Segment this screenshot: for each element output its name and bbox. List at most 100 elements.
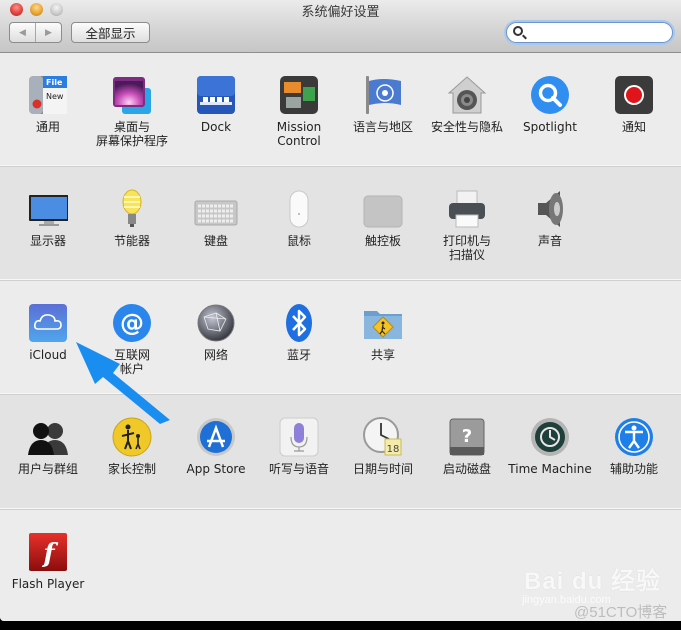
pane-displays[interactable]: 显示器: [6, 189, 90, 248]
icloud-icon: [28, 303, 68, 343]
system-preferences-window: 系统偏好设置 ◀ ▶ 全部显示 File New 通用 桌面与 屏幕保护程序 D…: [0, 0, 681, 621]
accessibility-icon: [614, 417, 654, 457]
pane-printers-scanners[interactable]: 打印机与 扫描仪: [425, 189, 509, 262]
pane-label: Time Machine: [508, 462, 592, 476]
pane-flash-player[interactable]: f Flash Player: [6, 532, 90, 591]
microphone-icon: [279, 417, 319, 457]
toolbar: 系统偏好设置 ◀ ▶ 全部显示: [0, 0, 681, 53]
mission-control-icon: [279, 75, 319, 115]
show-all-button[interactable]: 全部显示: [71, 22, 150, 43]
parental-controls-icon: [112, 417, 152, 457]
pane-internet-accounts[interactable]: @ 互联网 帐户: [90, 303, 174, 376]
pane-icloud[interactable]: iCloud: [6, 303, 90, 362]
pane-desktop-screensaver[interactable]: 桌面与 屏幕保护程序: [90, 75, 174, 148]
search-field[interactable]: [506, 22, 673, 43]
pane-label: 听写与语音: [268, 462, 329, 476]
keyboard-icon: [194, 189, 238, 229]
back-button[interactable]: ◀: [10, 23, 36, 42]
pane-label: Flash Player: [11, 577, 85, 591]
lightbulb-icon: [112, 189, 152, 229]
pane-security-privacy[interactable]: 安全性与隐私: [425, 75, 509, 134]
pane-label: 声音: [537, 234, 562, 248]
section-personal: File New 通用 桌面与 屏幕保护程序 Dock Mission Contr…: [0, 53, 681, 167]
pane-app-store[interactable]: App Store: [174, 417, 258, 476]
pane-label: iCloud: [29, 348, 67, 362]
pane-notifications[interactable]: 通知: [592, 75, 676, 134]
svg-text:?: ?: [462, 426, 472, 447]
startup-disk-icon: ?: [447, 417, 487, 457]
network-globe-icon: [196, 303, 236, 343]
pane-mission-control[interactable]: Mission Control: [257, 75, 341, 148]
pane-label: Spotlight: [523, 120, 577, 134]
section-system: 用户与群组 家长控制 App Store 听写与语音 18 日期与时间 ? 启动…: [0, 395, 681, 510]
pane-dictation-speech[interactable]: 听写与语音: [257, 417, 341, 476]
pane-bluetooth[interactable]: 蓝牙: [257, 303, 341, 362]
window-title: 系统偏好设置: [301, 5, 380, 20]
svg-text:18: 18: [387, 444, 400, 455]
pane-label: 用户与群组: [17, 462, 78, 476]
pane-dock[interactable]: Dock: [174, 75, 258, 134]
svg-text:New: New: [46, 92, 64, 101]
svg-text:File: File: [46, 78, 63, 87]
pane-label: 节能器: [113, 234, 150, 248]
pane-label: 辅助功能: [609, 462, 658, 476]
bluetooth-icon: [279, 303, 319, 343]
pane-spotlight[interactable]: Spotlight: [508, 75, 592, 134]
pane-sharing[interactable]: 共享: [341, 303, 425, 362]
pane-label: Mission Control: [276, 120, 322, 148]
pane-label: 打印机与 扫描仪: [442, 234, 491, 262]
pane-language-region[interactable]: 语言与地区: [341, 75, 425, 134]
section-hardware: 显示器 节能器 键盘 鼠标 触控板 打印机与 扫描仪 声音: [0, 167, 681, 281]
pane-label: 语言与地区: [352, 120, 413, 134]
pane-label: 桌面与 屏幕保护程序: [95, 120, 168, 148]
pane-label: 日期与时间: [352, 462, 413, 476]
pane-keyboard[interactable]: 键盘: [174, 189, 258, 248]
pane-label: 通用: [35, 120, 60, 134]
pane-general[interactable]: File New 通用: [6, 75, 90, 134]
pane-label: 显示器: [29, 234, 66, 248]
spotlight-icon: [530, 75, 570, 115]
pane-label: 互联网 帐户: [113, 348, 150, 376]
dock-icon: [196, 75, 236, 115]
pane-sound[interactable]: 声音: [508, 189, 592, 248]
pane-label: 通知: [621, 120, 646, 134]
general-icon: File New: [28, 75, 68, 115]
clock-calendar-icon: 18: [363, 417, 403, 457]
pane-accessibility[interactable]: 辅助功能: [592, 417, 676, 476]
pane-label: 共享: [370, 348, 395, 362]
security-lock-icon: [447, 75, 487, 115]
mouse-icon: [279, 189, 319, 229]
pane-label: 鼠标: [286, 234, 311, 248]
search-icon: [513, 26, 523, 36]
pane-parental-controls[interactable]: 家长控制: [90, 417, 174, 476]
pane-energy-saver[interactable]: 节能器: [90, 189, 174, 248]
pane-label: 启动磁盘: [442, 462, 491, 476]
printer-icon: [447, 189, 487, 229]
pane-label: 键盘: [203, 234, 228, 248]
pane-network[interactable]: 网络: [174, 303, 258, 362]
pane-label: 安全性与隐私: [430, 120, 503, 134]
pane-label: 触控板: [364, 234, 401, 248]
pane-time-machine[interactable]: Time Machine: [508, 417, 592, 476]
trackpad-icon: [363, 189, 403, 229]
notifications-icon: [614, 75, 654, 115]
watermark-brand: Bai du 经验: [524, 568, 662, 595]
section-internet-wireless: iCloud @ 互联网 帐户 网络 蓝牙 共享: [0, 281, 681, 395]
flash-player-icon: f: [28, 532, 68, 572]
pane-startup-disk[interactable]: ? 启动磁盘: [425, 417, 509, 476]
users-icon: [28, 417, 68, 457]
forward-button[interactable]: ▶: [36, 23, 61, 42]
pane-label: 家长控制: [107, 462, 156, 476]
pane-date-time[interactable]: 18 日期与时间: [341, 417, 425, 476]
language-flag-icon: [363, 75, 403, 115]
pane-label: 网络: [203, 348, 228, 362]
pane-label: Dock: [200, 120, 232, 134]
speaker-icon: [530, 189, 570, 229]
pane-mouse[interactable]: 鼠标: [257, 189, 341, 248]
search-input[interactable]: [529, 24, 667, 41]
back-forward-control: ◀ ▶: [9, 22, 62, 43]
pane-users-groups[interactable]: 用户与群组: [6, 417, 90, 476]
desktop-screensaver-icon: [112, 75, 152, 115]
watermark-source: @51CTO博客: [574, 604, 668, 621]
pane-trackpad[interactable]: 触控板: [341, 189, 425, 248]
